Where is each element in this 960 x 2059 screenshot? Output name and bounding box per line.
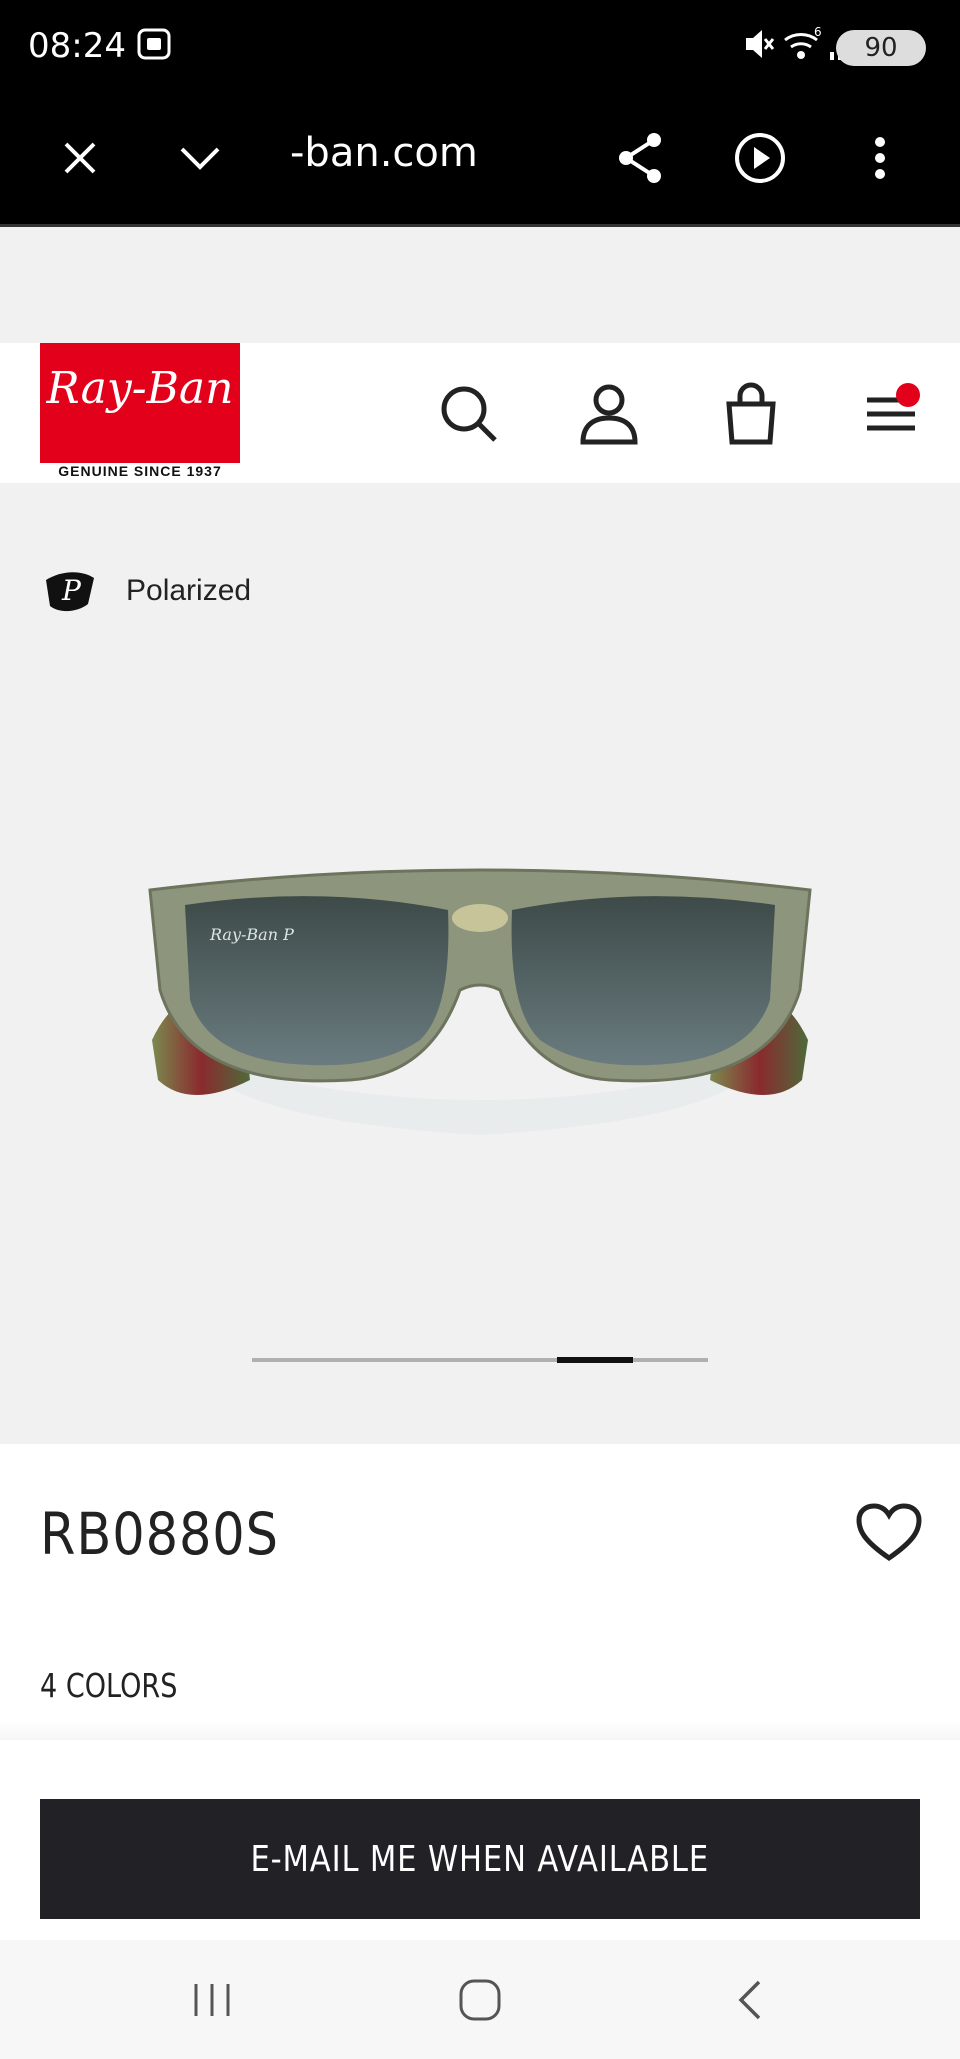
back-icon[interactable]: [710, 1970, 790, 2030]
search-icon[interactable]: [434, 379, 504, 449]
polarized-icon: P: [46, 572, 94, 612]
screenshot-icon: [136, 24, 172, 69]
bag-icon[interactable]: [716, 379, 786, 449]
status-bar: 08:24 6 90: [0, 0, 960, 92]
product-image[interactable]: Ray-Ban P: [130, 840, 830, 1180]
svg-text:6: 6: [814, 25, 822, 39]
share-icon[interactable]: [602, 120, 678, 196]
url-field[interactable]: -ban.com: [290, 130, 478, 176]
panel-divider: [0, 1720, 960, 1740]
polarized-label: Polarized: [126, 574, 252, 607]
more-icon[interactable]: [842, 120, 918, 196]
menu-icon[interactable]: [856, 379, 926, 449]
cta-label: E-MAIL ME WHEN AVAILABLE: [250, 1838, 710, 1880]
chevron-down-icon[interactable]: [162, 120, 238, 196]
account-icon[interactable]: [574, 379, 644, 449]
site-header: Ray-Ban GENUINE SINCE 1937: [0, 343, 960, 483]
mute-icon: [742, 24, 776, 69]
product-title: RB0880S: [40, 1500, 279, 1568]
svg-text:P: P: [61, 574, 82, 607]
logo-subtitle: GENUINE SINCE 1937: [58, 463, 222, 479]
play-icon[interactable]: [722, 120, 798, 196]
recent-apps-icon[interactable]: [172, 1970, 252, 2030]
wishlist-heart-icon[interactable]: [855, 1502, 923, 1564]
status-time: 08:24: [28, 26, 126, 66]
svg-text:Ray-Ban P: Ray-Ban P: [209, 925, 294, 944]
wifi-icon: 6: [782, 24, 824, 69]
logo-text: Ray-Ban: [46, 363, 234, 414]
close-icon[interactable]: [42, 120, 118, 196]
browser-toolbar: -ban.com: [0, 92, 960, 227]
battery-icon: 90: [836, 30, 926, 66]
rayban-logo[interactable]: Ray-Ban: [40, 343, 240, 463]
email-when-available-button[interactable]: E-MAIL ME WHEN AVAILABLE: [40, 1799, 920, 1919]
colors-count-label[interactable]: 4 COLORS: [40, 1666, 177, 1705]
system-nav-bar: [0, 1940, 960, 2059]
gallery-slider[interactable]: [252, 1358, 708, 1362]
menu-badge: [896, 383, 920, 407]
gallery-slider-thumb[interactable]: [557, 1357, 633, 1363]
home-icon[interactable]: [440, 1970, 520, 2030]
polarized-badge: P Polarized: [42, 568, 251, 614]
